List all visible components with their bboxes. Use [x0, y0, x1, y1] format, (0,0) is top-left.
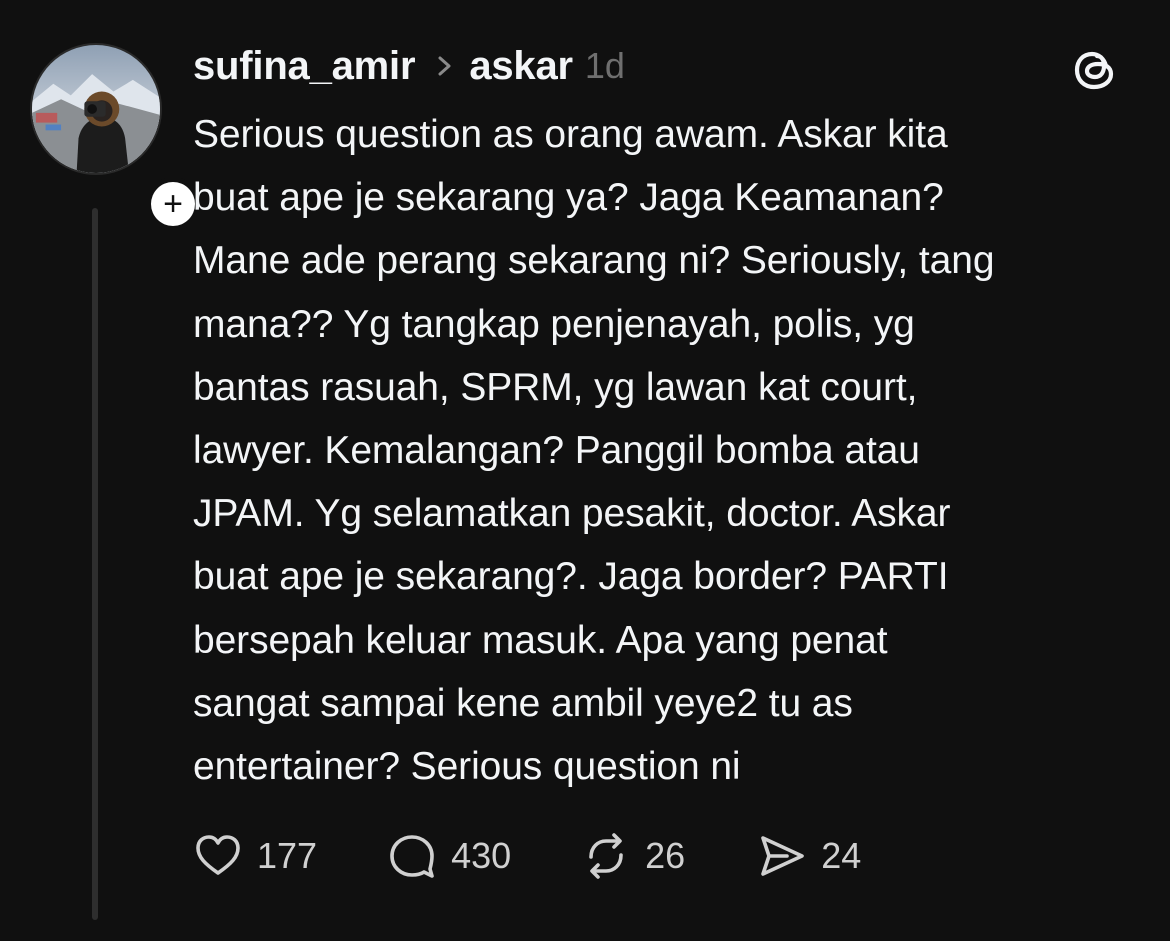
send-icon — [761, 836, 805, 876]
post-text-line: sangat sampai kene ambil yeye2 tu as — [193, 681, 853, 725]
post-text-line: buat ape je sekarang ya? Jaga Keamanan? — [193, 176, 944, 220]
plus-icon: + — [151, 182, 195, 226]
reply-count: 430 — [451, 835, 512, 876]
thread-line — [92, 208, 98, 920]
post-text-line: mana?? Yg tangkap penjenayah, polis, yg — [193, 302, 915, 346]
post-text-line: JPAM. Yg selamatkan pesakit, doctor. Ask… — [193, 492, 951, 536]
post-text-line: lawyer. Kemalangan? Panggil bomba atau — [193, 429, 920, 473]
repost-icon — [589, 833, 623, 879]
share-count: 24 — [821, 835, 862, 876]
post-timestamp: 1d — [584, 45, 625, 86]
chevron-right-icon — [438, 56, 451, 76]
speech-bubble-icon — [390, 835, 434, 878]
post-text-line: entertainer? Serious question ni — [193, 745, 741, 789]
post-header: sufina_amir askar 1d — [193, 38, 625, 94]
share-button[interactable]: 24 — [757, 831, 861, 881]
avatar-photo — [32, 45, 160, 173]
post-text-line: bantas rasuah, SPRM, yg lawan kat court, — [193, 365, 918, 409]
post-body: Serious question as orang awam. Askar ki… — [193, 103, 1153, 798]
like-button[interactable]: 177 — [193, 831, 317, 881]
reply-button[interactable]: 430 — [387, 831, 511, 881]
avatar[interactable] — [30, 43, 162, 175]
post-actions: 177 430 26 24 — [193, 826, 931, 886]
post-text-line: Serious question as orang awam. Askar ki… — [193, 113, 948, 156]
post-text-line: buat ape je sekarang?. Jaga border? PART… — [193, 555, 949, 599]
author-username[interactable]: sufina_amir — [193, 44, 416, 89]
reply-to-username[interactable]: askar — [469, 44, 573, 89]
threads-post: + sufina_amir askar 1d Serious question … — [0, 0, 1170, 941]
repost-button[interactable]: 26 — [581, 831, 685, 881]
threads-logo-icon[interactable] — [1070, 44, 1122, 96]
post-text-line: bersepah keluar masuk. Apa yang penat — [193, 618, 888, 662]
follow-button[interactable]: + — [146, 177, 200, 231]
post-text-line: Mane ade perang sekarang ni? Seriously, … — [193, 239, 995, 283]
heart-icon — [196, 835, 240, 875]
like-count: 177 — [257, 835, 318, 876]
repost-count: 26 — [645, 835, 686, 876]
